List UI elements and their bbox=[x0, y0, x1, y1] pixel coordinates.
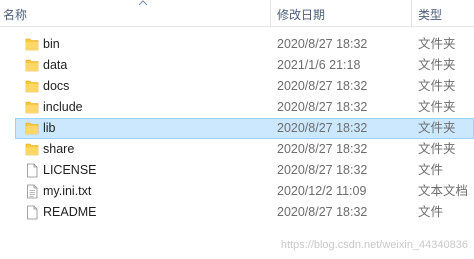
file-list-item[interactable]: LICENSE 2020/8/27 18:32 文件 bbox=[0, 160, 474, 181]
item-name: docs bbox=[43, 79, 70, 93]
item-type: 文件夹 bbox=[418, 37, 456, 51]
item-type: 文件夹 bbox=[418, 121, 456, 135]
column-header-bar: 名称 修改日期 类型 bbox=[0, 0, 474, 27]
item-type: 文件夹 bbox=[418, 100, 456, 114]
item-name: bin bbox=[43, 37, 60, 51]
file-icon bbox=[25, 205, 39, 220]
item-name: my.ini.txt bbox=[43, 184, 92, 198]
file-explorer: 名称 修改日期 类型 bin 2020/8/27 18:32 文件夹 data … bbox=[0, 0, 474, 259]
item-name: README bbox=[43, 205, 97, 219]
folder-icon bbox=[25, 121, 39, 136]
file-list-item[interactable]: my.ini.txt 2020/12/2 11:09 文本文档 bbox=[0, 181, 474, 202]
sort-ascending-icon[interactable] bbox=[138, 0, 148, 6]
column-header-date-modified[interactable]: 修改日期 bbox=[277, 7, 325, 23]
folder-icon bbox=[25, 142, 39, 157]
file-list-item[interactable]: share 2020/8/27 18:32 文件夹 bbox=[0, 139, 474, 160]
file-list: bin 2020/8/27 18:32 文件夹 data 2021/1/6 21… bbox=[0, 34, 474, 223]
item-type: 文件夹 bbox=[418, 79, 456, 93]
item-date-modified: 2020/8/27 18:32 bbox=[277, 100, 368, 114]
item-type: 文本文档 bbox=[418, 184, 469, 198]
item-type: 文件夹 bbox=[418, 142, 456, 156]
item-date-modified: 2020/8/27 18:32 bbox=[277, 37, 368, 51]
item-date-modified: 2020/12/2 11:09 bbox=[277, 184, 367, 198]
file-icon bbox=[25, 163, 39, 178]
file-list-item[interactable]: include 2020/8/27 18:32 文件夹 bbox=[0, 97, 474, 118]
item-date-modified: 2020/8/27 18:32 bbox=[277, 121, 368, 135]
column-header-name[interactable]: 名称 bbox=[3, 7, 27, 23]
file-list-item[interactable]: data 2021/1/6 21:18 文件夹 bbox=[0, 55, 474, 76]
item-date-modified: 2020/8/27 18:32 bbox=[277, 79, 368, 93]
text-file-icon bbox=[25, 184, 39, 199]
item-name: include bbox=[43, 100, 83, 114]
item-type: 文件 bbox=[418, 205, 444, 219]
column-header-type[interactable]: 类型 bbox=[418, 7, 442, 23]
item-date-modified: 2020/8/27 18:32 bbox=[277, 163, 368, 177]
item-name: share bbox=[43, 142, 75, 156]
column-divider[interactable] bbox=[270, 0, 271, 27]
item-date-modified: 2020/8/27 18:32 bbox=[277, 142, 368, 156]
file-list-item[interactable]: README 2020/8/27 18:32 文件 bbox=[0, 202, 474, 223]
item-name: LICENSE bbox=[43, 163, 97, 177]
folder-icon bbox=[25, 58, 39, 73]
item-type: 文件夹 bbox=[418, 58, 456, 72]
folder-icon bbox=[25, 100, 39, 115]
item-name: data bbox=[43, 58, 68, 72]
item-date-modified: 2021/1/6 21:18 bbox=[277, 58, 361, 72]
item-type: 文件 bbox=[418, 163, 444, 177]
folder-icon bbox=[25, 37, 39, 52]
folder-icon bbox=[25, 79, 39, 94]
file-list-item[interactable]: lib 2020/8/27 18:32 文件夹 bbox=[15, 118, 474, 139]
item-name: lib bbox=[43, 121, 56, 135]
column-divider[interactable] bbox=[411, 0, 412, 27]
watermark: https://blog.csdn.net/weixin_44340836 bbox=[280, 239, 468, 251]
item-date-modified: 2020/8/27 18:32 bbox=[277, 205, 368, 219]
file-list-item[interactable]: docs 2020/8/27 18:32 文件夹 bbox=[0, 76, 474, 97]
file-list-item[interactable]: bin 2020/8/27 18:32 文件夹 bbox=[0, 34, 474, 55]
